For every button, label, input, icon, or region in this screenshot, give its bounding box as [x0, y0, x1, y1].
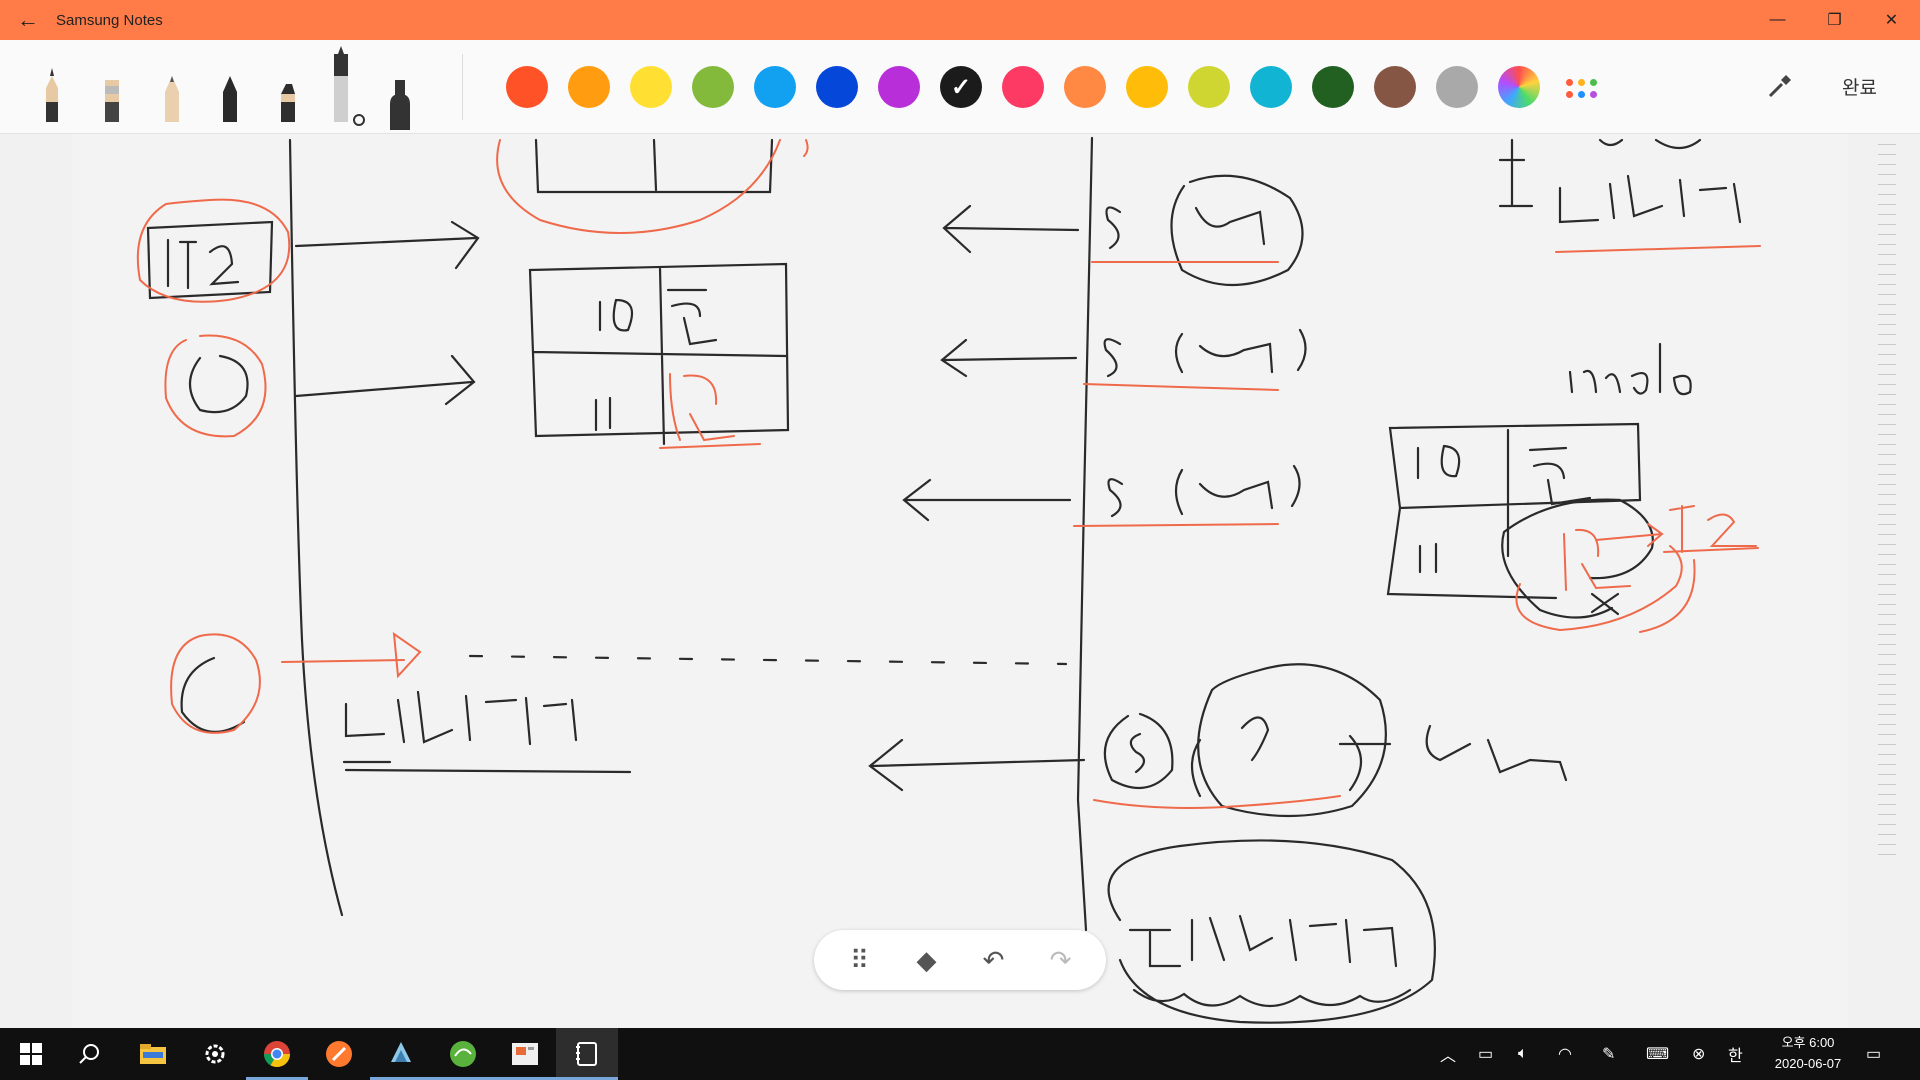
- fountain-pen-icon[interactable]: [34, 40, 70, 133]
- color-swatch-sky-blue[interactable]: [754, 66, 796, 108]
- windows-taskbar: ︿ ▭ 🔈︎ ◠ ✎ ⌨ ⊗ 한 오후 6:00 2020-06-07 ▭: [0, 1028, 1920, 1080]
- notes-app-icon[interactable]: [556, 1028, 618, 1080]
- pen-settings-icon[interactable]: [324, 40, 368, 133]
- file-explorer-icon[interactable]: [122, 1028, 184, 1080]
- color-palette: ✓: [506, 66, 1602, 108]
- minimize-button[interactable]: —: [1749, 0, 1806, 40]
- search-icon[interactable]: [58, 1028, 120, 1080]
- pen-toolbar: ✓ 완료: [0, 40, 1920, 134]
- ballpoint-pen-icon[interactable]: [212, 40, 248, 133]
- slides-app-icon[interactable]: [494, 1028, 556, 1080]
- back-arrow-icon[interactable]: ←: [0, 0, 56, 40]
- color-swatch-purple[interactable]: [878, 66, 920, 108]
- undo-icon[interactable]: ↶: [974, 945, 1014, 976]
- marker-icon[interactable]: [270, 40, 306, 133]
- settings-icon[interactable]: [184, 1028, 246, 1080]
- color-swatch-teal[interactable]: [1250, 66, 1292, 108]
- clock-date: 2020-06-07: [1774, 1056, 1842, 1071]
- color-swatch-yellow[interactable]: [630, 66, 672, 108]
- highlighter-icon[interactable]: [380, 40, 420, 133]
- color-swatch-red-orange[interactable]: [506, 66, 548, 108]
- color-swatch-black[interactable]: ✓: [940, 66, 982, 108]
- color-swatch-light-orange[interactable]: [1064, 66, 1106, 108]
- drag-handle-icon[interactable]: ⠿: [840, 945, 880, 976]
- toolbar-divider: [462, 54, 463, 120]
- eraser-icon[interactable]: ◆: [907, 945, 947, 976]
- show-hidden-icons-icon[interactable]: ︿: [1440, 1028, 1456, 1080]
- keyboard-icon[interactable]: ⌨: [1646, 1028, 1669, 1080]
- clock-time: 오후 6:00: [1781, 1035, 1835, 1050]
- color-swatch-gray[interactable]: [1436, 66, 1478, 108]
- color-swatch-brown[interactable]: [1374, 66, 1416, 108]
- eyedropper-icon[interactable]: [1764, 72, 1794, 102]
- close-button[interactable]: ✕: [1863, 0, 1920, 40]
- orange-app-icon[interactable]: [308, 1028, 370, 1080]
- volume-icon[interactable]: 🔈︎: [1518, 1028, 1528, 1080]
- page-scroll-indicator[interactable]: [1878, 144, 1896, 874]
- brush-pen-icon[interactable]: [94, 40, 130, 133]
- color-swatch-dark-green[interactable]: [1312, 66, 1354, 108]
- color-picker-wheel-icon[interactable]: [1498, 66, 1540, 108]
- color-swatch-green[interactable]: [692, 66, 734, 108]
- network-icon[interactable]: ◠: [1558, 1028, 1572, 1080]
- redo-icon[interactable]: ↷: [1041, 945, 1081, 976]
- color-swatch-blue[interactable]: [816, 66, 858, 108]
- floating-edit-toolbar: ⠿ ◆ ↶ ↷: [814, 930, 1106, 990]
- clock[interactable]: 오후 6:00 2020-06-07: [1760, 1032, 1856, 1074]
- ime-indicator[interactable]: 한: [1728, 1028, 1743, 1080]
- green-app-icon[interactable]: [432, 1028, 494, 1080]
- color-swatch-amber[interactable]: [1126, 66, 1168, 108]
- pencil-icon[interactable]: [154, 40, 190, 133]
- battery-icon[interactable]: ▭: [1478, 1028, 1493, 1080]
- note-canvas[interactable]: [72, 134, 1848, 1028]
- done-button[interactable]: 완료: [1842, 73, 1877, 100]
- start-icon[interactable]: [0, 1028, 62, 1080]
- app-icon[interactable]: [370, 1028, 432, 1080]
- pen-types: [24, 40, 444, 133]
- more-colors-icon[interactable]: [1560, 66, 1602, 108]
- notification-icon[interactable]: ▭: [1866, 1028, 1881, 1080]
- chrome-icon[interactable]: [246, 1028, 308, 1080]
- color-swatch-pink[interactable]: [1002, 66, 1044, 108]
- pen-workspace-icon[interactable]: ✎: [1602, 1028, 1615, 1080]
- title-bar: ← Samsung Notes — ❐ ✕: [0, 0, 1920, 40]
- restore-button[interactable]: ❐: [1806, 0, 1863, 40]
- color-swatch-lime[interactable]: [1188, 66, 1230, 108]
- window-title: Samsung Notes: [56, 11, 163, 29]
- selected-check-icon: ✓: [950, 73, 972, 101]
- handwriting-drawing: [136, 136, 1761, 1024]
- status-x-icon[interactable]: ⊗: [1692, 1028, 1705, 1080]
- color-swatch-orange[interactable]: [568, 66, 610, 108]
